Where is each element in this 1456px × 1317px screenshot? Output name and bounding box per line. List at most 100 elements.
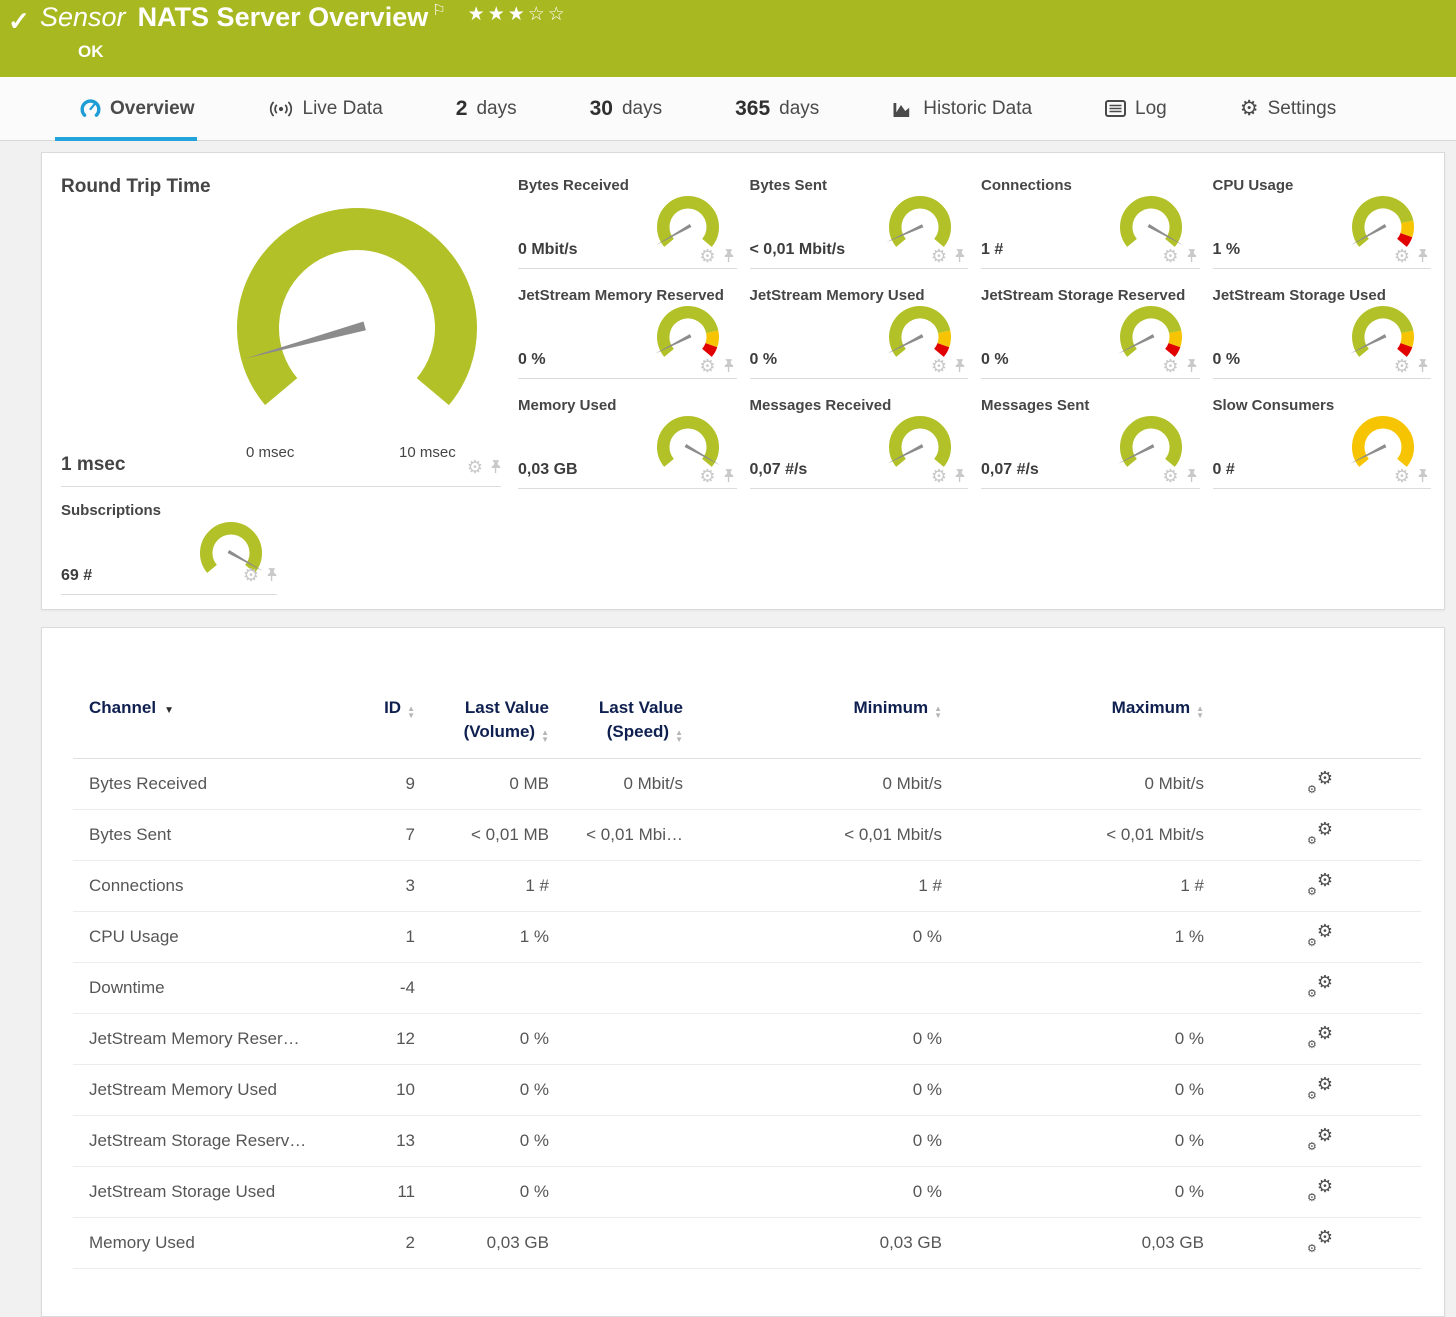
tab-log[interactable]: Log: [1105, 77, 1167, 140]
historic-icon: [892, 100, 914, 118]
column-header-channel[interactable]: Channel▼: [73, 688, 369, 759]
pin-icon[interactable]: [954, 468, 965, 483]
cell-channel: JetStream Memory Reser…: [73, 1014, 369, 1065]
table-body: Bytes Received90 MB0 Mbit/s0 Mbit/s0 Mbi…: [73, 759, 1421, 1269]
pin-icon[interactable]: [723, 468, 734, 483]
channel-settings-icon[interactable]: ⚙⚙: [1307, 873, 1333, 895]
gauge-tile: Connections1 #⚙: [981, 176, 1200, 269]
channel-settings-icon[interactable]: ⚙⚙: [1307, 822, 1333, 844]
cell-id: 10: [369, 1065, 415, 1116]
cell-minimum: 0 %: [683, 1116, 942, 1167]
settings-icon: ⚙: [1240, 96, 1259, 121]
pin-icon[interactable]: [723, 358, 734, 373]
pin-icon[interactable]: [1417, 358, 1428, 373]
tab-label: Live Data: [303, 98, 383, 120]
gear-icon[interactable]: ⚙: [1394, 359, 1410, 373]
gear-icon[interactable]: ⚙: [1162, 359, 1178, 373]
tab-days2[interactable]: 2days: [456, 77, 517, 140]
sort-icon: ▲▼: [934, 705, 942, 719]
pin-icon[interactable]: [490, 459, 501, 474]
pin-icon[interactable]: [266, 567, 277, 582]
cell-id: 3: [369, 861, 415, 912]
tab-days365[interactable]: 365days: [735, 77, 819, 140]
gear-icon[interactable]: ⚙: [467, 460, 483, 474]
sort-icon: ▲▼: [1196, 705, 1204, 719]
sensor-header-bar: ✓ Sensor NATS Server Overview ⚐ ★★★☆☆ OK: [0, 0, 1456, 77]
cell-last-value-volume: 1 %: [415, 912, 549, 963]
table-row: Memory Used20,03 GB0,03 GB0,03 GB⚙⚙: [73, 1218, 1421, 1269]
gear-icon[interactable]: ⚙: [699, 359, 715, 373]
card-icons: ⚙: [1162, 358, 1196, 373]
cell-channel: Memory Used: [73, 1218, 369, 1269]
gear-icon[interactable]: ⚙: [699, 469, 715, 483]
gear-icon[interactable]: ⚙: [1394, 249, 1410, 263]
cell-last-value-speed: [549, 861, 683, 912]
cell-last-value-volume: 0 %: [415, 1014, 549, 1065]
pin-icon[interactable]: [723, 248, 734, 263]
gear-icon[interactable]: ⚙: [1162, 249, 1178, 263]
pin-icon[interactable]: [954, 248, 965, 263]
log-icon: [1105, 100, 1126, 117]
cell-actions: ⚙⚙: [1204, 810, 1421, 861]
cell-maximum: 0,03 GB: [942, 1218, 1204, 1269]
tab-settings[interactable]: ⚙Settings: [1240, 77, 1336, 140]
cell-channel: JetStream Storage Used: [73, 1167, 369, 1218]
gauge-tile: JetStream Storage Reserved0 %⚙: [981, 286, 1200, 379]
column-header-last-value-speed-[interactable]: Last Value(Speed)▲▼: [549, 688, 683, 759]
channel-settings-icon[interactable]: ⚙⚙: [1307, 975, 1333, 997]
channel-settings-icon[interactable]: ⚙⚙: [1307, 771, 1333, 793]
tab-label: Overview: [110, 98, 195, 120]
cell-last-value-speed: [549, 1014, 683, 1065]
pin-icon[interactable]: [1186, 358, 1197, 373]
tab-live-data[interactable]: Live Data: [268, 77, 383, 140]
tab-label: days: [622, 98, 662, 120]
cell-last-value-speed: < 0,01 Mbi…: [549, 810, 683, 861]
gear-icon[interactable]: ⚙: [699, 249, 715, 263]
channel-settings-icon[interactable]: ⚙⚙: [1307, 1077, 1333, 1099]
column-header-last-value-volume-[interactable]: Last Value(Volume)▲▼: [415, 688, 549, 759]
cell-channel: Bytes Sent: [73, 810, 369, 861]
channel-settings-icon[interactable]: ⚙⚙: [1307, 1179, 1333, 1201]
channel-settings-icon[interactable]: ⚙⚙: [1307, 924, 1333, 946]
gauge-tile: JetStream Memory Reserved0 %⚙: [518, 286, 737, 379]
column-header-minimum[interactable]: Minimum▲▼: [683, 688, 942, 759]
cell-last-value-volume: 1 #: [415, 861, 549, 912]
cell-channel: Downtime: [73, 963, 369, 1014]
pin-icon[interactable]: [1186, 248, 1197, 263]
channel-settings-icon[interactable]: ⚙⚙: [1307, 1026, 1333, 1048]
cell-id: 1: [369, 912, 415, 963]
cell-maximum: 0 Mbit/s: [942, 759, 1204, 810]
gear-icon[interactable]: ⚙: [931, 249, 947, 263]
cell-last-value-volume: 0 %: [415, 1116, 549, 1167]
tab-historic-data[interactable]: Historic Data: [892, 77, 1032, 140]
gauges-panel: Round Trip Time 0 msec 10 msec 1 msec ⚙ …: [41, 152, 1445, 610]
gear-icon[interactable]: ⚙: [931, 469, 947, 483]
tab-days30[interactable]: 30days: [590, 77, 663, 140]
cell-id: 7: [369, 810, 415, 861]
channel-settings-icon[interactable]: ⚙⚙: [1307, 1230, 1333, 1252]
column-header-id[interactable]: ID▲▼: [369, 688, 415, 759]
pin-icon[interactable]: [1417, 248, 1428, 263]
flag-icon[interactable]: ⚐: [432, 1, 445, 19]
gear-icon[interactable]: ⚙: [1162, 469, 1178, 483]
column-header-maximum[interactable]: Maximum▲▼: [942, 688, 1204, 759]
tab-overview[interactable]: Overview: [80, 77, 195, 140]
gear-icon[interactable]: ⚙: [931, 359, 947, 373]
card-icons: ⚙: [699, 248, 733, 263]
gauge-tile-value: 0,07 #/s: [750, 461, 808, 479]
live-icon: [268, 100, 294, 118]
pin-icon[interactable]: [1186, 468, 1197, 483]
table-row: Downtime-4⚙⚙: [73, 963, 1421, 1014]
star-rating[interactable]: ★★★☆☆: [468, 3, 568, 26]
cell-channel: Connections: [73, 861, 369, 912]
cell-minimum: 0 %: [683, 1167, 942, 1218]
gauge-tile: Messages Sent0,07 #/s⚙: [981, 396, 1200, 489]
gear-icon[interactable]: ⚙: [243, 568, 259, 582]
channel-settings-icon[interactable]: ⚙⚙: [1307, 1128, 1333, 1150]
pin-icon[interactable]: [954, 358, 965, 373]
pin-icon[interactable]: [1417, 468, 1428, 483]
cell-id: 11: [369, 1167, 415, 1218]
card-icons: ⚙: [1162, 248, 1196, 263]
gear-icon[interactable]: ⚙: [1394, 469, 1410, 483]
gauge-tile-value: 0 #: [1213, 461, 1235, 479]
